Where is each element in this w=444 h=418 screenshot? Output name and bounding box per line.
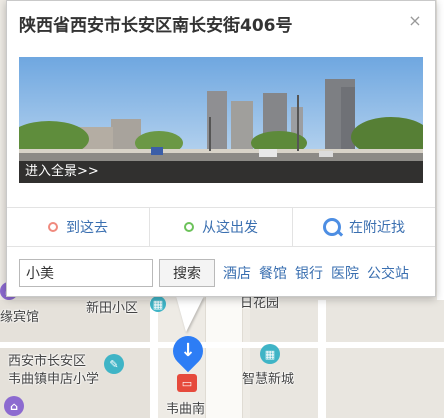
map-label-xintian: 新田小区 xyxy=(86,301,139,316)
bottom-left-poi-icon[interactable]: ⌂ xyxy=(4,396,24,416)
info-window: 陕西省西安市长安区南长安街406号 × 进入全景>> 到这去 从这出发 在附近找… xyxy=(6,0,436,297)
search-nearby-button[interactable]: 在附近找 xyxy=(292,208,435,246)
map-road xyxy=(0,342,444,348)
quick-link-bus-stop[interactable]: 公交站 xyxy=(367,263,409,283)
map-road xyxy=(437,0,444,300)
go-here-button[interactable]: 到这去 xyxy=(7,208,149,246)
smart-city-poi-icon[interactable]: ▦ xyxy=(260,344,280,364)
quick-links: 酒店 餐馆 银行 医院 公交站 xyxy=(223,263,409,283)
nearby-search-input[interactable] xyxy=(19,259,153,287)
map-label-school-line2: 韦曲镇申店小学 xyxy=(8,372,100,387)
down-arrow-icon: ↓ xyxy=(180,340,196,361)
popup-pointer xyxy=(176,296,204,332)
quick-link-hotel[interactable]: 酒店 xyxy=(223,263,251,283)
quick-link-restaurant[interactable]: 餐馆 xyxy=(259,263,287,283)
map-label-school-line1: 西安市长安区 xyxy=(8,354,87,369)
school-poi-icon[interactable]: ✎ xyxy=(104,354,124,374)
residential-poi-icon[interactable]: ▦ xyxy=(150,296,166,312)
search-nearby-label: 在附近找 xyxy=(349,220,405,236)
map-road xyxy=(150,300,158,418)
start-here-label: 从这出发 xyxy=(202,220,258,236)
street-panorama-image[interactable]: 进入全景>> xyxy=(19,57,423,183)
map-label-hotel: 缘宾馆 xyxy=(0,310,40,325)
search-button[interactable]: 搜索 xyxy=(159,259,215,287)
quick-link-bank[interactable]: 银行 xyxy=(295,263,323,283)
nearby-search-icon xyxy=(323,218,341,236)
route-actions: 到这去 从这出发 在附近找 xyxy=(7,207,435,247)
go-here-label: 到这去 xyxy=(66,220,108,236)
origin-circle-icon xyxy=(184,222,194,232)
map-label-weiqu-south: 韦曲南 xyxy=(166,402,206,417)
destination-circle-icon xyxy=(48,222,58,232)
close-icon[interactable]: × xyxy=(407,13,423,29)
map-road xyxy=(318,300,326,418)
address-title: 陕西省西安市长安区南长安街406号 xyxy=(19,16,293,36)
metro-station-icon[interactable]: ▭ xyxy=(177,374,197,392)
nearby-search-row: 搜索 酒店 餐馆 银行 医院 公交站 xyxy=(19,258,429,288)
map-road xyxy=(205,295,243,418)
quick-link-hospital[interactable]: 医院 xyxy=(331,263,359,283)
enter-panorama-link[interactable]: 进入全景>> xyxy=(19,161,423,183)
map-block xyxy=(250,300,444,418)
start-here-button[interactable]: 从这出发 xyxy=(149,208,292,246)
map-label-smart-city: 智慧新城 xyxy=(242,372,295,387)
